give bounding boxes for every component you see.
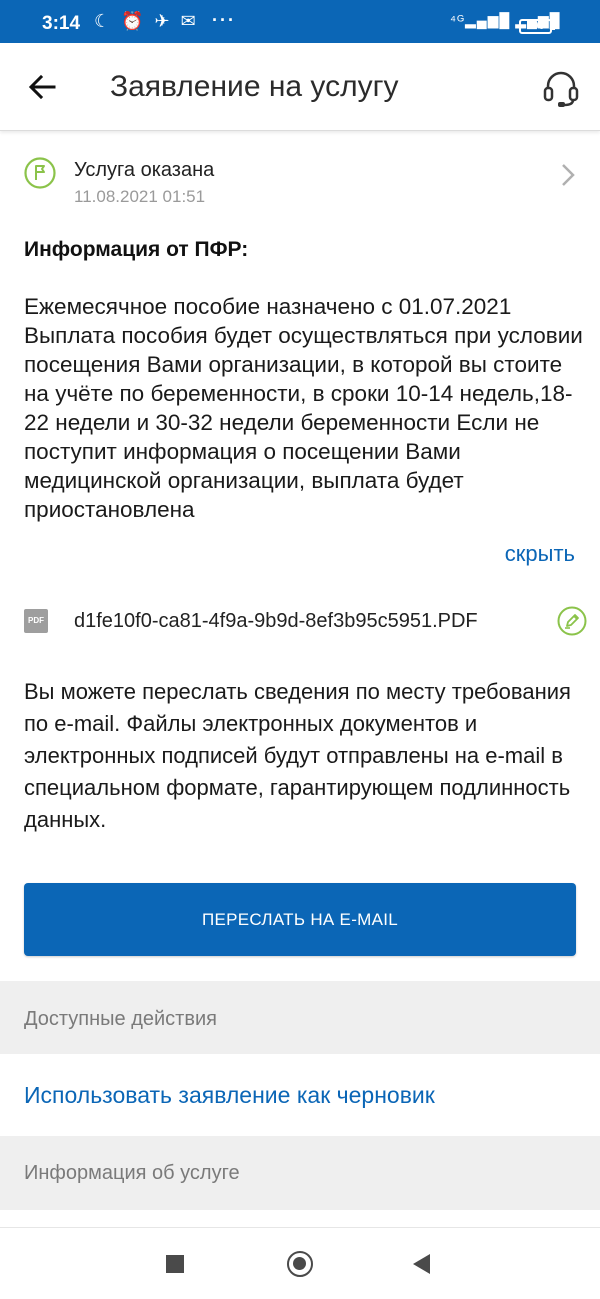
signature-icon[interactable] [557,606,587,636]
system-nav-bar [0,1227,600,1299]
file-row[interactable]: PDF d1fe10f0-ca81-4f9a-9b9d-8ef3b95c5951… [0,602,600,642]
notification-icons: ☾ ⏰ ✈ ✉ [94,11,199,31]
info-text: Ежемесячное пособие назначено с 01.07.20… [24,294,583,522]
hide-link[interactable]: скрыть [505,541,575,567]
chevron-right-icon [558,161,578,189]
recents-icon[interactable] [166,1255,184,1273]
info-heading: Информация от ПФР: [24,238,249,261]
send-email-button[interactable]: ПЕРЕСЛАТЬ НА E-MAIL [24,883,576,956]
service-status-label: Услуга оказана [74,159,215,181]
use-as-draft-link[interactable]: Использовать заявление как черновик [24,1082,435,1109]
arrow-left-icon [28,74,56,100]
status-bar: 3:14 ☾ ⏰ ✈ ✉ ··· ⁴ᴳ▂▄▆█ ▂▄▆█ 100 [0,0,600,43]
available-actions-label: Доступные действия [24,1008,217,1030]
available-actions-section: Доступные действия [0,981,600,1054]
service-info-label: Информация об услуге [24,1162,240,1184]
home-icon[interactable] [287,1251,313,1277]
more-notifications-icon: ··· [212,10,236,30]
file-name[interactable]: d1fe10f0-ca81-4f9a-9b9d-8ef3b95c5951.PDF [74,610,478,633]
nav-back-icon[interactable] [413,1254,430,1274]
pdf-file-icon: PDF [24,609,48,633]
service-status-row[interactable]: Услуга оказана 11.08.2021 01:51 [0,145,600,209]
flag-icon [24,157,56,189]
battery-icon: 100 [519,19,555,34]
status-time: 3:14 [42,13,81,34]
page-title: Заявление на услугу [110,70,399,103]
email-info-text: Вы можете переслать сведения по месту тр… [24,679,571,832]
headset-icon [543,71,579,107]
back-button[interactable] [24,69,60,105]
support-button[interactable] [540,67,582,109]
service-info-section: Информация об услуге [0,1136,600,1210]
service-status-date: 11.08.2021 01:51 [74,187,206,206]
app-bar: Заявление на услугу [0,43,600,131]
